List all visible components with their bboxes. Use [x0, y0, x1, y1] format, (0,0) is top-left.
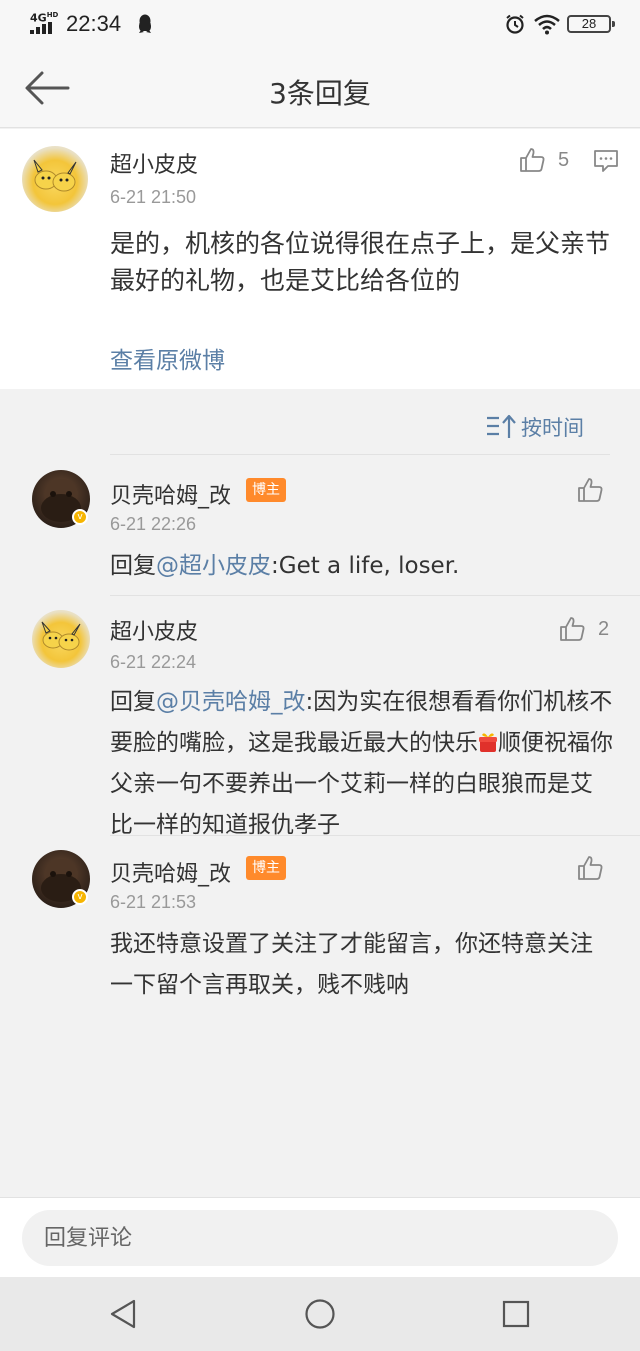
- reply-time: 6-21 22:24: [110, 652, 197, 672]
- mention-link[interactable]: @贝壳哈姆_改: [156, 689, 306, 715]
- nav-recents-icon[interactable]: [502, 1300, 530, 1328]
- thumbs-up-icon: [578, 478, 603, 502]
- view-original-link[interactable]: 查看原微博: [110, 341, 225, 375]
- reply-prefix: 回复: [110, 553, 156, 579]
- verified-badge: v: [72, 889, 88, 905]
- status-time: 22:34: [66, 11, 122, 36]
- reply-text: 回复@贝壳哈姆_改:因为实在很想看看你们机核不要脸的嘴脸，这是我最近最大的快乐顺…: [110, 682, 615, 846]
- thumbs-up-icon: [560, 617, 585, 641]
- sort-icon: [487, 414, 516, 438]
- like-button[interactable]: 2: [558, 615, 609, 643]
- reply-prefix: 回复: [110, 689, 156, 715]
- comment-time: 6-21 21:50: [110, 187, 197, 207]
- blogger-tag: 博主: [246, 478, 286, 502]
- battery-icon: 28: [567, 15, 615, 33]
- reply-username[interactable]: 贝壳哈姆_改: [110, 478, 231, 510]
- status-bar: 4GHD 22:34 28: [0, 0, 640, 50]
- reply-content: :Get a life, loser.: [271, 553, 460, 579]
- reply-text: 我还特意设置了关注了才能留言，你还特意关注一下留个言再取关，贱不贱呐: [110, 931, 593, 998]
- comment-username[interactable]: 超小皮皮: [110, 147, 198, 179]
- reply-time: 6-21 21:53: [110, 892, 197, 912]
- gift-emoji-icon: [478, 726, 498, 752]
- reply-item: 超小皮皮 2 6-21 22:24 回复@贝壳哈姆_改:因为实在很想看看你们机核…: [0, 596, 640, 838]
- thumbs-up-icon: [520, 148, 545, 172]
- comment-icon[interactable]: [593, 149, 619, 173]
- reply-item: v 贝壳哈姆_改 博主 6-21 21:53 我还特意设置了关注了才能留言，你还…: [0, 836, 640, 1016]
- reply-username[interactable]: 贝壳哈姆_改: [110, 856, 231, 888]
- blogger-tag: 博主: [246, 856, 286, 880]
- reply-username[interactable]: 超小皮皮: [110, 614, 198, 646]
- divider: [110, 454, 610, 455]
- verified-badge: v: [72, 509, 88, 525]
- like-button[interactable]: [576, 854, 604, 882]
- comment-text: 是的，机核的各位说得很在点子上，是父亲节最好的礼物，也是艾比给各位的: [110, 229, 611, 295]
- reply-text: 回复@超小皮皮:Get a life, loser.: [110, 546, 615, 587]
- signal-icon: [30, 22, 56, 34]
- like-count: 5: [558, 148, 570, 171]
- qq-icon: [139, 14, 151, 33]
- nav-bar: 3条回复: [0, 50, 640, 128]
- reply-bar: [0, 1197, 640, 1277]
- sort-label: 按时间: [521, 416, 584, 440]
- system-nav-bar: [0, 1277, 640, 1351]
- avatar[interactable]: [32, 610, 90, 668]
- reply-item: v 贝壳哈姆_改 博主 6-21 22:26 回复@超小皮皮:Get a lif…: [0, 456, 640, 596]
- like-count: 2: [598, 617, 610, 640]
- alarm-icon: [506, 14, 524, 34]
- original-comment: 超小皮皮 6-21 21:50 5 是的，机核的各位说得很在点子上，是父亲节最好…: [0, 129, 640, 389]
- like-button[interactable]: [576, 476, 604, 504]
- nav-home-icon[interactable]: [304, 1298, 336, 1330]
- reply-input[interactable]: [22, 1210, 618, 1266]
- like-button[interactable]: 5: [518, 146, 569, 174]
- page-title: 3条回复: [269, 77, 371, 110]
- avatar[interactable]: [22, 146, 88, 212]
- sort-by-time-button[interactable]: 按时间: [485, 412, 584, 442]
- sort-row: 按时间: [0, 390, 640, 456]
- reply-time: 6-21 22:26: [110, 514, 197, 534]
- mention-link[interactable]: @超小皮皮: [156, 553, 271, 579]
- thumbs-up-icon: [578, 856, 603, 880]
- nav-back-icon[interactable]: [106, 1297, 140, 1331]
- wifi-icon: [534, 14, 560, 35]
